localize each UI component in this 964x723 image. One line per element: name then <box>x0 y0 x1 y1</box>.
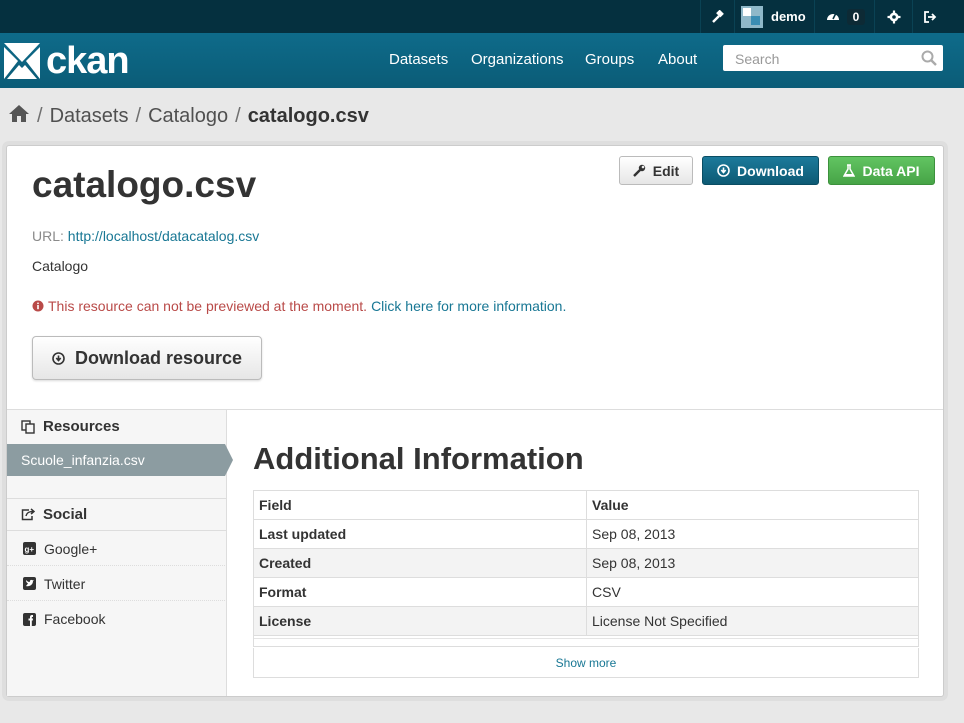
table-row: Last updated Sep 08, 2013 <box>253 519 919 549</box>
show-more-link[interactable]: Show more <box>253 648 919 678</box>
resource-url-line: URL: http://localhost/datacatalog.csv <box>32 228 259 244</box>
sidebar-item-google-plus[interactable]: g+ Google+ <box>7 532 227 566</box>
value-cell: CSV <box>586 577 919 607</box>
resources-heading-label: Resources <box>43 418 120 435</box>
resource-url-link[interactable]: http://localhost/datacatalog.csv <box>68 228 259 244</box>
more-info-link[interactable]: Click here for more information. <box>371 298 566 314</box>
value-cell: License Not Specified <box>586 606 919 636</box>
resource-description: Catalogo <box>32 258 89 274</box>
resource-panel: catalogo.csv Edit Download Data API URL:… <box>6 145 944 697</box>
dashboard-icon <box>825 8 841 25</box>
wrench-icon <box>632 164 646 177</box>
table-hidden-rows <box>253 635 919 647</box>
additional-info-table: Field Value Last updated Sep 08, 2013 Cr… <box>253 490 919 636</box>
facebook-label: Facebook <box>44 611 106 627</box>
share-icon <box>21 508 35 521</box>
avatar <box>741 5 763 28</box>
sidebar-item-twitter[interactable]: Twitter <box>7 567 227 601</box>
search-icon[interactable] <box>921 50 937 71</box>
account-bar: demo 0 <box>0 0 964 34</box>
download-resource-button[interactable]: Download resource <box>32 336 262 380</box>
resources-heading: Resources <box>7 410 227 443</box>
dashboard-link[interactable]: 0 <box>814 0 875 33</box>
facebook-icon <box>23 612 36 626</box>
nav-groups[interactable]: Groups <box>585 51 634 68</box>
social-heading: Social <box>7 498 227 531</box>
settings-gear-icon[interactable] <box>874 0 913 33</box>
username: demo <box>771 9 806 24</box>
table-row: Format CSV <box>253 577 919 607</box>
breadcrumb-separator: / <box>135 105 142 127</box>
masthead: ckan Datasets Organizations Groups About <box>0 33 964 88</box>
breadcrumb-catalogo[interactable]: Catalogo <box>148 105 228 128</box>
google-plus-icon: g+ <box>23 542 36 555</box>
nav-organizations[interactable]: Organizations <box>471 51 564 68</box>
preview-warning: This resource can not be previewed at th… <box>32 298 566 314</box>
flask-icon <box>843 164 856 177</box>
field-cell: Created <box>253 548 587 578</box>
nav-about[interactable]: About <box>658 51 697 68</box>
google-plus-label: Google+ <box>44 540 98 557</box>
twitter-label: Twitter <box>44 575 86 592</box>
svg-text:g+: g+ <box>25 545 35 554</box>
sidebar: Resources Scuole_infanzia.csv Social g+ … <box>7 410 233 696</box>
column-header-field: Field <box>253 490 587 520</box>
download-circle-icon <box>717 164 730 177</box>
data-api-label: Data API <box>862 162 920 179</box>
info-icon <box>32 300 44 312</box>
data-api-button[interactable]: Data API <box>828 156 935 185</box>
url-label: URL: <box>32 228 64 244</box>
download-circle-icon <box>52 351 65 365</box>
breadcrumb: / Datasets / Catalogo / catalogo.csv <box>8 104 369 129</box>
download-label: Download <box>737 162 804 179</box>
brand-name: ckan <box>46 40 130 82</box>
sysadmin-icon[interactable] <box>700 0 735 33</box>
sidebar-item-facebook[interactable]: Facebook <box>7 602 227 636</box>
preview-warning-text: This resource can not be previewed at th… <box>48 298 368 314</box>
download-resource-label: Download resource <box>74 347 243 368</box>
table-row: License License Not Specified <box>253 606 919 636</box>
table-header-row: Field Value <box>253 490 919 520</box>
sidebar-item-active-resource[interactable]: Scuole_infanzia.csv <box>7 444 233 476</box>
field-cell: Format <box>253 577 587 607</box>
field-cell: License <box>253 606 587 636</box>
edit-label: Edit <box>652 162 680 179</box>
breadcrumb-separator: / <box>37 105 43 127</box>
search-box <box>723 45 943 71</box>
envelope-logo-icon <box>4 43 40 79</box>
value-cell: Sep 08, 2013 <box>586 548 919 578</box>
nav-datasets[interactable]: Datasets <box>389 51 448 68</box>
additional-info-title: Additional Information <box>253 441 584 476</box>
notification-badge: 0 <box>846 8 866 25</box>
breadcrumb-separator: / <box>235 105 241 127</box>
page-title: catalogo.csv <box>32 164 257 205</box>
ckan-logo[interactable]: ckan <box>4 40 130 82</box>
twitter-icon <box>23 577 36 590</box>
user-menu[interactable]: demo <box>734 0 814 33</box>
social-heading-label: Social <box>43 506 88 523</box>
edit-button[interactable]: Edit <box>619 156 693 185</box>
copy-icon <box>21 419 35 434</box>
column-header-value: Value <box>586 490 919 520</box>
breadcrumb-datasets[interactable]: Datasets <box>50 105 129 128</box>
search-input[interactable] <box>733 49 917 69</box>
logout-icon[interactable] <box>912 0 947 33</box>
field-cell: Last updated <box>253 519 587 549</box>
breadcrumb-current[interactable]: catalogo.csv <box>248 105 369 128</box>
value-cell: Sep 08, 2013 <box>586 519 919 549</box>
download-button[interactable]: Download <box>702 156 819 185</box>
home-icon[interactable] <box>8 104 30 129</box>
table-row: Created Sep 08, 2013 <box>253 548 919 578</box>
